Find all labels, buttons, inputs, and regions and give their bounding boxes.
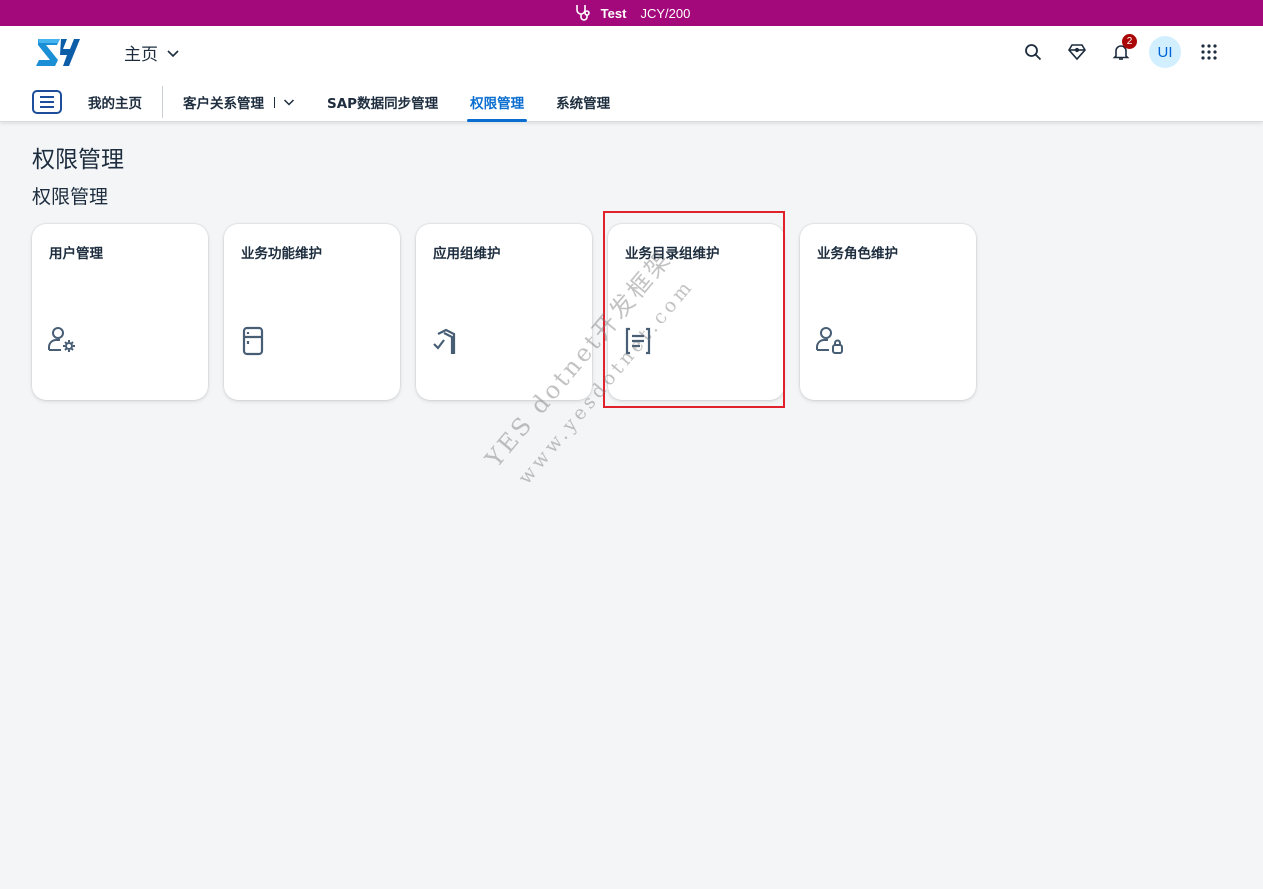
space-navigation: 我的主页 客户关系管理 SAP数据同步管理 权限管理 系统管理 [32, 82, 642, 122]
nav-tab-divider [274, 96, 275, 108]
tile-business-role[interactable]: 业务角色维护 [800, 224, 976, 400]
user-settings-icon [46, 324, 80, 358]
tile-application-group[interactable]: 应用组维护 [416, 224, 592, 400]
stethoscope-icon [575, 5, 590, 21]
tile-title: 用户管理 [49, 246, 103, 262]
tile-title: 业务功能维护 [241, 246, 322, 262]
approval-group-icon [430, 324, 464, 358]
shell-header: 主页 2 UI 我的主页 客户关系管理 SAP数据同步管理 权限管理 系统管理 [0, 26, 1263, 122]
menu-icon [40, 96, 54, 108]
page-title: 权限管理 [32, 147, 124, 173]
chevron-down-icon [167, 49, 179, 57]
nav-tab-system[interactable]: 系统管理 [556, 82, 610, 122]
tile-title: 业务角色维护 [817, 246, 898, 262]
chevron-down-icon [283, 99, 295, 106]
side-menu-button[interactable] [32, 90, 62, 114]
tile-title: 应用组维护 [433, 246, 501, 262]
home-menu-label: 主页 [124, 45, 158, 65]
nav-tab-label: 客户关系管理 [183, 96, 264, 112]
nav-tab-permissions[interactable]: 权限管理 [467, 82, 528, 122]
grid-icon [1201, 44, 1217, 60]
tile-business-function[interactable]: 业务功能维护 [224, 224, 400, 400]
tile-container: 用户管理 业务功能维护 应用组维护 业务目录组维护 业务角色维护 [32, 224, 976, 400]
fridge-icon [238, 324, 272, 358]
home-menu-button[interactable]: 主页 [124, 40, 180, 65]
environment-label: Test [600, 5, 627, 21]
diamond-icon [1068, 44, 1086, 61]
tile-user-management[interactable]: 用户管理 [32, 224, 208, 400]
search-button[interactable] [1017, 36, 1049, 68]
section-title: 权限管理 [32, 186, 109, 208]
notification-count-badge: 2 [1122, 34, 1137, 49]
nav-tab-my-home[interactable]: 我的主页 [88, 82, 142, 122]
joule-button[interactable] [1061, 36, 1093, 68]
system-id: JCY/200 [640, 5, 691, 21]
app-launcher-button[interactable] [1193, 36, 1225, 68]
notifications-button[interactable]: 2 [1105, 34, 1137, 68]
tile-business-catalog-group[interactable]: 业务目录组维护 [608, 224, 784, 400]
nav-tab-crm[interactable]: 客户关系管理 [183, 82, 295, 122]
search-icon [1025, 44, 1042, 61]
nav-tab-sap-sync[interactable]: SAP数据同步管理 [327, 82, 438, 122]
shell-actions: 2 UI [1017, 34, 1225, 68]
environment-bar: Test JCY/200 [0, 0, 1263, 26]
document-text-icon [622, 324, 656, 358]
user-avatar[interactable]: UI [1149, 36, 1181, 68]
company-logo[interactable] [36, 36, 80, 68]
tile-title: 业务目录组维护 [625, 246, 720, 262]
user-lock-icon [814, 324, 848, 358]
nav-separator [162, 86, 163, 118]
